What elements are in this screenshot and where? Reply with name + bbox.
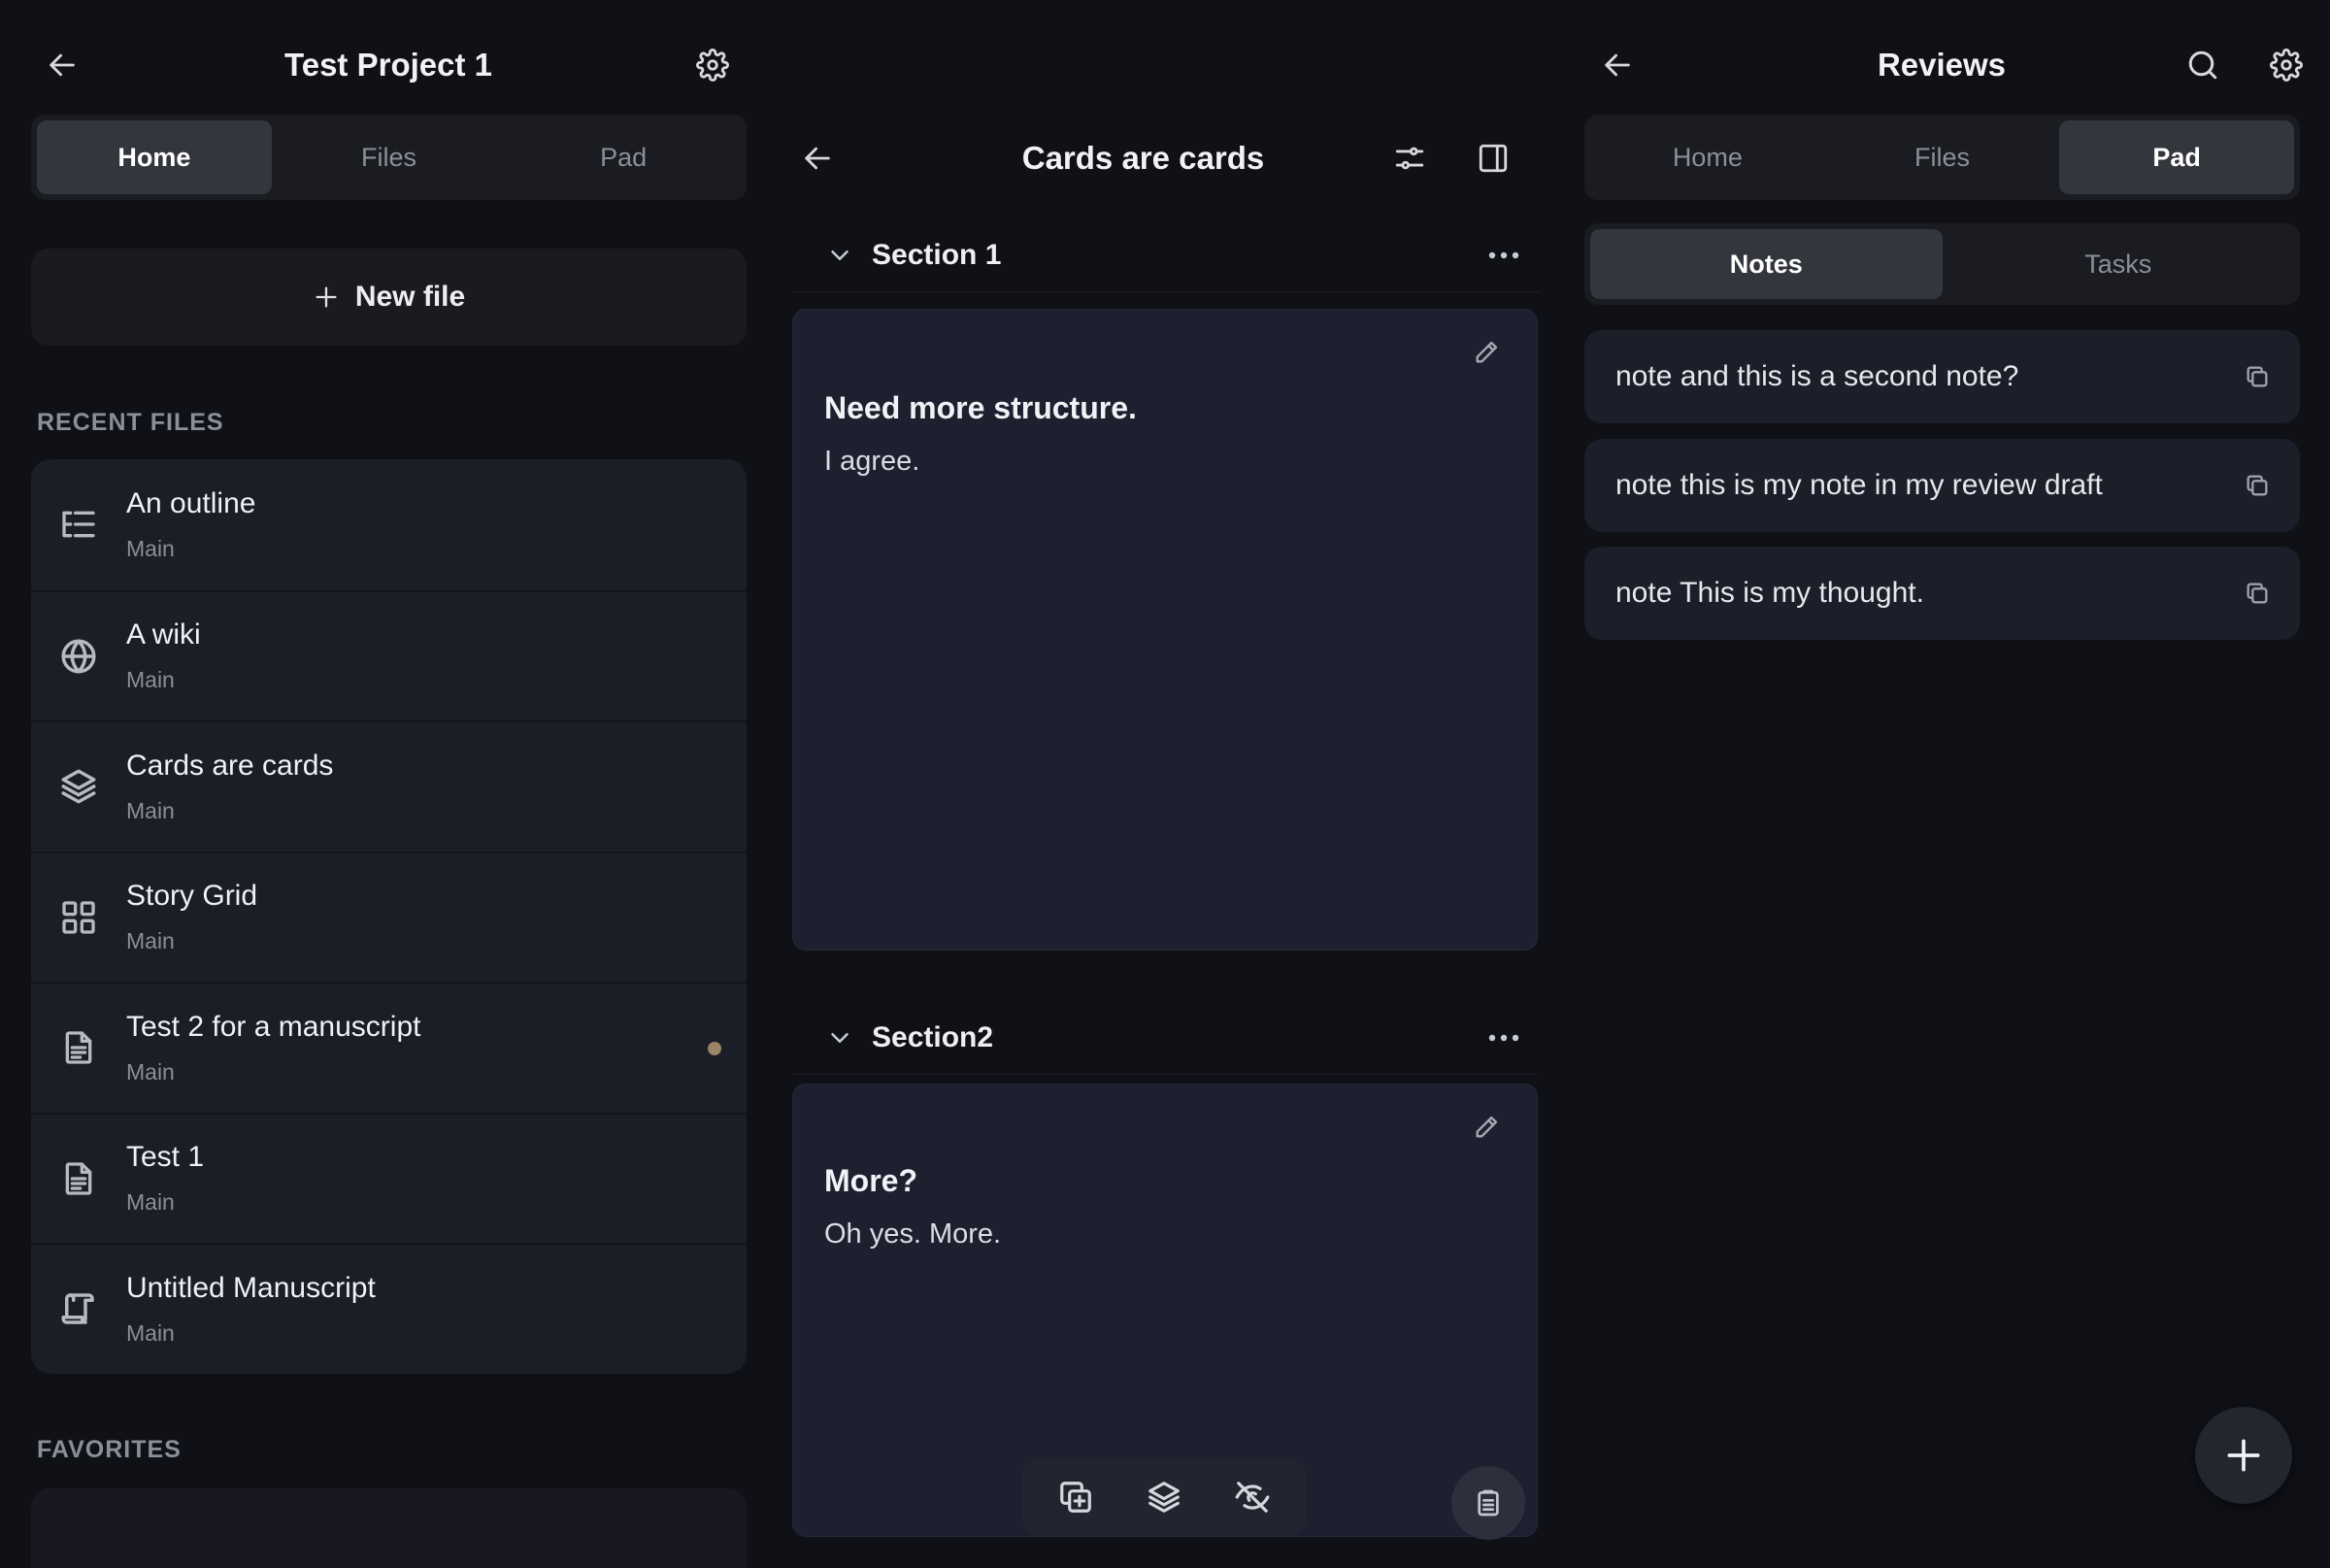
copy-icon[interactable] — [2244, 363, 2271, 390]
file-row-story-grid[interactable]: Story Grid Main — [31, 851, 747, 983]
back-arrow-icon[interactable] — [796, 137, 839, 180]
unsaved-dot — [708, 1042, 721, 1055]
chevron-down-icon[interactable] — [825, 1023, 854, 1052]
recent-files-heading: RECENT FILES — [37, 409, 224, 436]
favorites-list — [31, 1488, 747, 1568]
card-title: Need more structure. — [824, 390, 1137, 425]
tab-notes[interactable]: Notes — [1590, 229, 1943, 299]
note-item[interactable]: note this is my note in my review draft — [1584, 439, 2300, 532]
card[interactable]: Need more structure. I agree. — [792, 309, 1538, 951]
section-header[interactable]: Section2 — [792, 1001, 1540, 1075]
tab-home[interactable]: Home — [37, 120, 272, 194]
card-toolbar — [1021, 1458, 1307, 1536]
reviews-title: Reviews — [1877, 47, 2007, 83]
plus-icon — [313, 284, 340, 311]
new-file-button[interactable]: New file — [31, 249, 747, 346]
chevron-down-icon[interactable] — [825, 241, 854, 270]
file-subtitle: Main — [126, 667, 175, 693]
copy-icon[interactable] — [2244, 472, 2271, 499]
tab-home[interactable]: Home — [1590, 120, 1825, 194]
file-row-an-outline[interactable]: An outline Main — [31, 459, 747, 590]
note-text: note this is my note in my review draft — [1615, 469, 2103, 501]
file-name: Cards are cards — [126, 749, 334, 782]
file-subtitle: Main — [126, 535, 175, 561]
split-view-icon[interactable] — [1472, 137, 1514, 180]
file-name: A wiki — [126, 618, 201, 651]
outline-icon — [31, 459, 126, 590]
tab-files[interactable]: Files — [272, 120, 507, 194]
file-row-untitled-manuscript[interactable]: Untitled Manuscript Main — [31, 1243, 747, 1374]
pad-subtabs: Notes Tasks — [1584, 223, 2300, 305]
new-file-label: New file — [354, 281, 466, 313]
file-row-test-2-for-a-manuscript[interactable]: Test 2 for a manuscript Main — [31, 982, 747, 1113]
file-name: An outline — [126, 486, 256, 519]
tab-files[interactable]: Files — [1825, 120, 2060, 194]
pencil-icon[interactable] — [1473, 1114, 1500, 1141]
file-subtitle: Main — [126, 928, 175, 954]
layers-icon — [31, 722, 126, 851]
filter-sliders-icon[interactable] — [1388, 137, 1431, 180]
file-subtitle: Main — [126, 1058, 175, 1084]
copy-icon[interactable] — [2244, 580, 2271, 607]
file-title: Cards are cards — [1021, 140, 1265, 176]
note-text: note and this is a second note? — [1615, 360, 2019, 392]
document-icon — [31, 1115, 126, 1244]
project-panel: Test Project 1 Home Files Pad New file R… — [0, 0, 777, 1568]
file-name: Story Grid — [126, 880, 258, 913]
eye-off-icon[interactable] — [1223, 1468, 1282, 1526]
gear-icon[interactable] — [2265, 44, 2308, 86]
search-icon[interactable] — [2181, 44, 2224, 86]
file-name: Test 2 for a manuscript — [126, 1010, 421, 1043]
file-subtitle: Main — [126, 797, 175, 823]
file-subtitle: Main — [126, 1189, 175, 1216]
scroll-icon — [31, 1245, 126, 1374]
file-name: Test 1 — [126, 1141, 205, 1174]
back-arrow-icon[interactable] — [1596, 44, 1639, 86]
tab-pad[interactable]: Pad — [506, 120, 741, 194]
file-row-test-1[interactable]: Test 1 Main — [31, 1112, 747, 1244]
project-title: Test Project 1 — [284, 47, 492, 83]
more-dots-icon[interactable] — [1487, 1033, 1520, 1043]
note-item[interactable]: note and this is a second note? — [1584, 330, 2300, 423]
more-dots-icon[interactable] — [1487, 250, 1520, 260]
layers-icon[interactable] — [1135, 1468, 1193, 1526]
file-row-cards-are-cards[interactable]: Cards are cards Main — [31, 720, 747, 851]
project-header: Test Project 1 — [0, 34, 777, 96]
clipboard-icon[interactable] — [1451, 1466, 1525, 1540]
section-name: Section 1 — [872, 238, 1002, 271]
globe-icon — [31, 592, 126, 721]
tab-tasks[interactable]: Tasks — [1943, 229, 2295, 299]
card-body: Oh yes. More. — [824, 1218, 1002, 1250]
note-item[interactable]: note This is my thought. — [1584, 547, 2300, 640]
project-tabs: Home Files Pad — [31, 115, 747, 200]
file-name: Untitled Manuscript — [126, 1271, 376, 1304]
add-note-button[interactable] — [2195, 1407, 2292, 1504]
section-name: Section2 — [872, 1020, 994, 1053]
file-header: Cards are cards — [777, 127, 1553, 189]
back-arrow-icon[interactable] — [41, 44, 83, 86]
gear-icon[interactable] — [691, 44, 734, 86]
plus-icon — [2222, 1434, 2265, 1477]
recent-files-list: An outline Main A wiki Main Cards are ca… — [31, 459, 747, 1374]
card-title: More? — [824, 1163, 917, 1198]
favorites-heading: FAVORITES — [37, 1436, 182, 1463]
card-body: I agree. — [824, 446, 920, 477]
section-header[interactable]: Section 1 — [792, 218, 1540, 292]
file-subtitle: Main — [126, 1319, 175, 1346]
document-icon — [31, 984, 126, 1113]
file-row-a-wiki[interactable]: A wiki Main — [31, 589, 747, 721]
reviews-tabs: Home Files Pad — [1584, 115, 2300, 200]
reviews-panel: Reviews Home Files Pad Notes Tasks note … — [1553, 0, 2330, 1568]
grid-icon — [31, 853, 126, 983]
add-card-icon[interactable] — [1047, 1468, 1105, 1526]
note-text: note This is my thought. — [1615, 577, 1924, 609]
pencil-icon[interactable] — [1473, 339, 1500, 366]
tab-pad[interactable]: Pad — [2059, 120, 2295, 194]
file-panel: Cards are cards Section 1 Need more stru… — [777, 0, 1553, 1568]
reviews-header: Reviews — [1553, 34, 2330, 96]
